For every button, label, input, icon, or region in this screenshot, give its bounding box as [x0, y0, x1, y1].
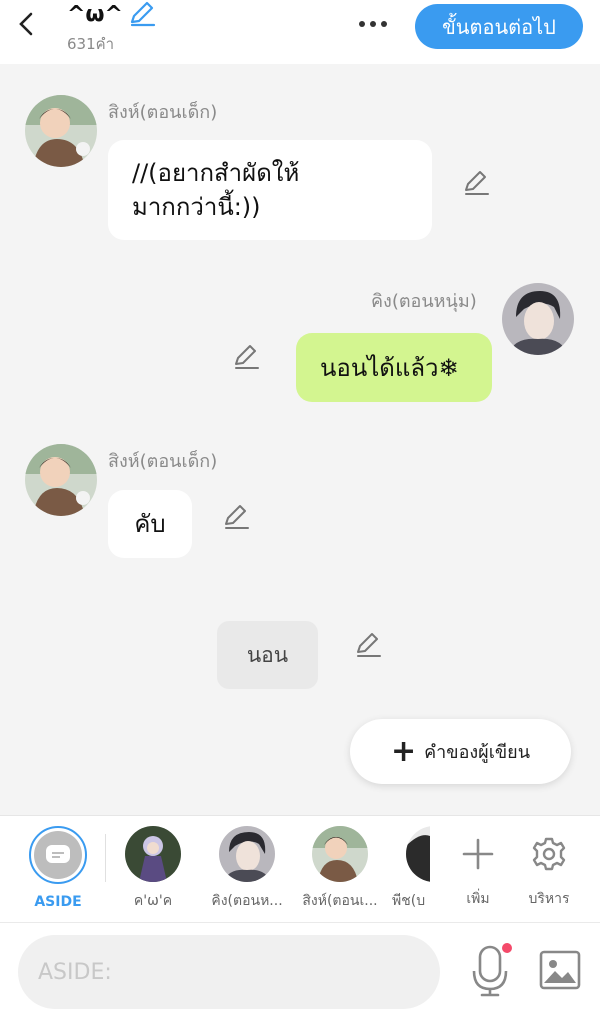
- word-count: 631คำ: [67, 35, 115, 53]
- manage-characters-button[interactable]: บริหาร: [514, 826, 584, 910]
- next-step-button[interactable]: ขั้นตอนต่อไป: [415, 4, 583, 49]
- child-avatar-image: [25, 444, 97, 516]
- chat-bubble-icon: [46, 845, 70, 863]
- king-avatar-image: [502, 283, 574, 355]
- pencil-icon[interactable]: [462, 168, 492, 198]
- back-button[interactable]: [12, 8, 40, 40]
- character-avatar: [406, 826, 430, 882]
- message-input[interactable]: [18, 935, 440, 1009]
- speaker-name: สิงห์(ตอนเด็ก): [108, 102, 218, 123]
- character-item[interactable]: พีช(บ: [388, 826, 430, 912]
- header-bar: ^ω^ 631คำ ขั้นตอนต่อไป: [0, 0, 600, 64]
- more-dot-icon: [381, 21, 387, 27]
- pencil-icon[interactable]: [127, 0, 157, 28]
- character-item[interactable]: ค'ω'ค: [113, 826, 193, 912]
- plus-icon: [462, 838, 494, 870]
- add-character-button[interactable]: เพิ่ม: [443, 826, 513, 910]
- character-selector: ASIDE ค'ω'ค คิง(ตอนห... สิงห์(ตอนเ... พี…: [0, 815, 600, 922]
- add-label: เพิ่ม: [466, 891, 490, 907]
- character-avatar: [219, 826, 275, 882]
- avatar-singh-child[interactable]: [25, 444, 97, 516]
- child-avatar-image: [25, 95, 97, 167]
- input-bar: [0, 922, 600, 1018]
- image-icon[interactable]: [538, 949, 582, 991]
- more-dot-icon: [370, 21, 376, 27]
- manage-label: บริหาร: [528, 891, 570, 907]
- character-item[interactable]: คิง(ตอนห...: [207, 826, 287, 912]
- character-aside[interactable]: ASIDE: [18, 826, 98, 910]
- story-title-text: ^ω^: [67, 1, 123, 27]
- character-item[interactable]: สิงห์(ตอนเ...: [300, 826, 380, 912]
- avatar-singh-child[interactable]: [25, 95, 97, 167]
- avatar-king-young[interactable]: [502, 283, 574, 355]
- divider: [105, 834, 106, 882]
- message-bubble[interactable]: นอนได้แล้ว❄: [296, 333, 492, 402]
- plus-icon: +: [390, 733, 417, 769]
- notification-dot: [502, 943, 512, 953]
- more-options-button[interactable]: [352, 10, 394, 38]
- message-bubble[interactable]: คับ: [108, 490, 192, 558]
- story-title-block: ^ω^ 631คำ: [67, 0, 157, 56]
- gear-icon: [532, 837, 566, 871]
- story-title[interactable]: ^ω^: [67, 0, 157, 28]
- pencil-icon[interactable]: [354, 630, 384, 660]
- chevron-left-icon: [19, 12, 33, 36]
- narration-bubble[interactable]: นอน: [217, 621, 318, 689]
- character-label: พีช(บ: [392, 893, 426, 909]
- more-dot-icon: [359, 21, 365, 27]
- character-label: ASIDE: [34, 894, 82, 910]
- speaker-name: สิงห์(ตอนเด็ก): [108, 451, 218, 472]
- character-label: คิง(ตอนห...: [211, 893, 283, 909]
- pencil-icon[interactable]: [222, 502, 252, 532]
- aside-avatar: [29, 826, 87, 884]
- message-bubble[interactable]: //(อยากสำผัดให้ มากกว่านี้:)): [108, 140, 432, 240]
- writer-note-label: คำของผู้เขียน: [424, 742, 531, 763]
- speaker-name: คิง(ตอนหนุ่ม): [371, 291, 477, 312]
- pencil-icon[interactable]: [232, 342, 262, 372]
- character-avatar: [125, 826, 181, 882]
- character-label: สิงห์(ตอนเ...: [302, 893, 378, 909]
- add-writer-note-button[interactable]: + คำของผู้เขียน: [350, 719, 571, 784]
- character-label: ค'ω'ค: [133, 893, 173, 909]
- character-avatar: [312, 826, 368, 882]
